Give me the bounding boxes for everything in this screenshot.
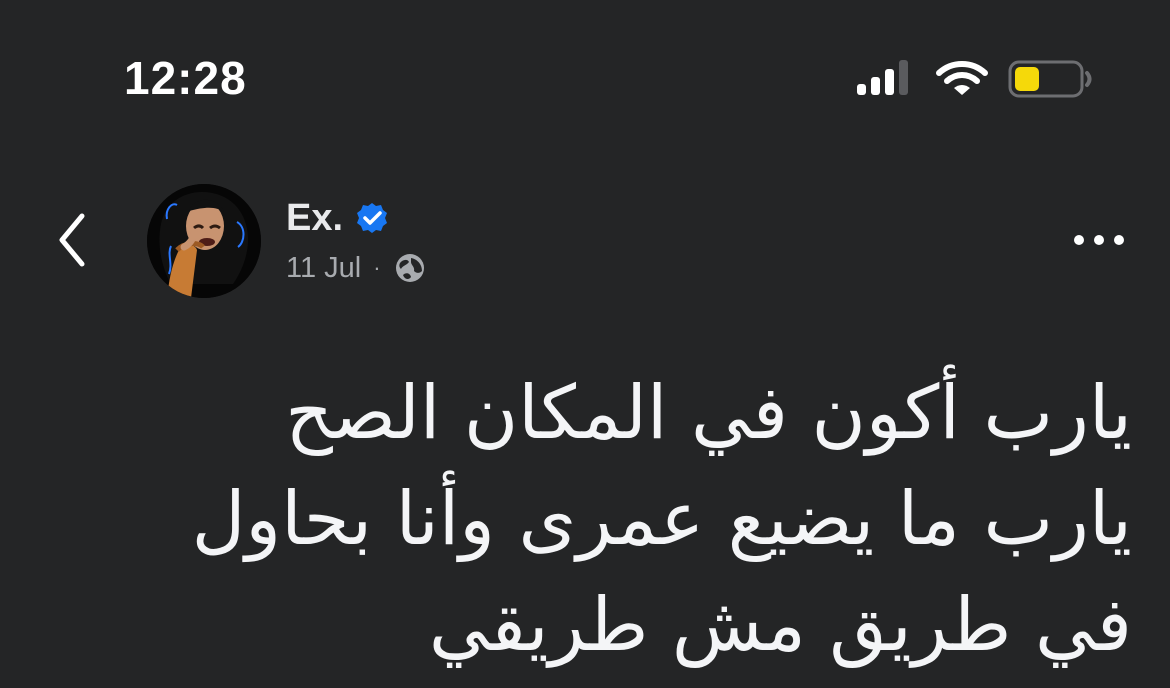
wifi-icon [936, 61, 988, 95]
avatar-image [147, 184, 261, 298]
chevron-left-icon [59, 213, 85, 267]
verified-badge-icon [357, 203, 388, 233]
author-row: Ex. [286, 196, 389, 240]
more-horizontal-icon [1074, 235, 1124, 245]
post-line-1: يارب أكون في المكان الصح [285, 370, 1132, 456]
post-line-2: يارب ما يضيع عمرى وأنا بحاول [191, 476, 1132, 562]
cellular-signal-icon [857, 60, 908, 95]
avatar[interactable] [147, 184, 261, 298]
status-time: 12:28 [124, 52, 247, 104]
post-date: 11 Jul [286, 251, 362, 284]
meta-separator: · [373, 255, 381, 280]
post-text: يارب أكون في المكان الصح يارب ما يضيع عم… [120, 360, 1132, 678]
battery-icon [1008, 60, 1092, 98]
post-meta: 11 Jul · [286, 248, 427, 288]
globe-icon [395, 254, 424, 282]
back-button[interactable] [40, 204, 104, 276]
post-line-3: في طريق مش طريقي [428, 582, 1132, 668]
more-options-button[interactable] [1062, 218, 1136, 262]
status-bar: 12:28 [0, 0, 1170, 140]
post-header: Ex. 11 Jul · [0, 170, 1170, 310]
author-name[interactable]: Ex. [286, 196, 343, 240]
